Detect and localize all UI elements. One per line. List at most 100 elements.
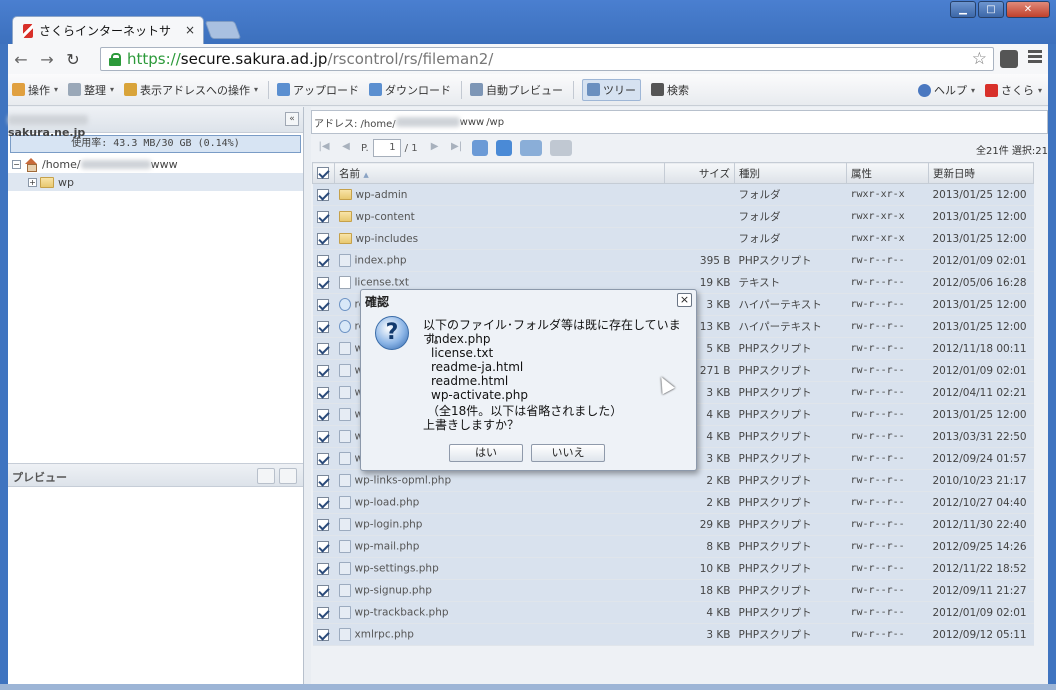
no-button[interactable]: いいえ	[531, 444, 605, 462]
toolbar-item-4[interactable]: ダウンロード	[369, 82, 451, 98]
table-row[interactable]: wp-trackback.php 4 KB PHPスクリプト rw-r--r-- 201…	[312, 601, 1034, 624]
close-window-button[interactable]: ✕	[1006, 1, 1050, 18]
help-menu[interactable]: ヘルプ ▾	[917, 82, 975, 98]
minimize-button[interactable]: ▁	[950, 1, 976, 18]
file-name-cell[interactable]: wp-includes	[334, 227, 665, 250]
file-date-cell: 2012/11/22 18:52	[928, 557, 1034, 580]
table-row[interactable]: wp-admin フォルダ rwxr-xr-x 2013/01/25 12:00	[312, 183, 1034, 206]
toolbar-item-7[interactable]: 検索	[651, 82, 689, 98]
row-checkbox[interactable]	[312, 557, 335, 580]
file-name-cell[interactable]: xmlrpc.php	[334, 623, 665, 646]
tab-close-button[interactable]: ×	[185, 23, 195, 37]
bookmark-star-icon[interactable]: ☆	[972, 49, 987, 69]
browser-tab[interactable]: さくらインターネットサ ×	[12, 16, 204, 44]
row-checkbox[interactable]	[312, 359, 335, 382]
row-checkbox[interactable]	[312, 271, 335, 294]
row-checkbox[interactable]	[312, 337, 335, 360]
column-name[interactable]: 名前 ▲	[334, 162, 665, 184]
toolbar-item-0[interactable]: 操作 ▾	[12, 82, 58, 98]
toolbar-item-1[interactable]: 整理 ▾	[68, 82, 114, 98]
table-row[interactable]: wp-signup.php 18 KB PHPスクリプト rw-r--r-- 2012/…	[312, 579, 1034, 602]
row-checkbox[interactable]	[312, 249, 335, 272]
row-checkbox[interactable]	[312, 469, 335, 492]
table-row[interactable]: index.php 395 B PHPスクリプト rw-r--r-- 2012/01/0…	[312, 249, 1034, 272]
back-arrow-icon[interactable]: ←	[8, 50, 34, 69]
address-bar[interactable]: https:// secure.sakura.ad.jp /rscontrol/…	[100, 47, 994, 71]
row-checkbox[interactable]	[312, 491, 335, 514]
toolbar-item-3[interactable]: アップロード	[277, 82, 359, 98]
table-row[interactable]: wp-content フォルダ rwxr-xr-x 2013/01/25 12:00	[312, 205, 1034, 228]
row-checkbox[interactable]	[312, 447, 335, 470]
toolbar-item-2[interactable]: 表示アドレスへの操作 ▾	[124, 82, 258, 98]
row-checkbox[interactable]	[312, 293, 335, 316]
current-path-field[interactable]: アドレス: /home/ www /wp	[311, 110, 1048, 134]
column-date[interactable]: 更新日時	[928, 162, 1034, 184]
file-name-cell[interactable]: wp-content	[334, 205, 665, 228]
row-checkbox[interactable]	[312, 601, 335, 624]
file-date-cell: 2012/11/18 00:11	[928, 337, 1034, 360]
table-row[interactable]: wp-load.php 2 KB PHPスクリプト rw-r--r-- 2012/10/…	[312, 491, 1034, 514]
next-page-icon[interactable]: ▶	[428, 141, 442, 155]
table-row[interactable]: xmlrpc.php 3 KB PHPスクリプト rw-r--r-- 2012/09/1…	[312, 623, 1034, 646]
forward-arrow-icon[interactable]: →	[34, 50, 60, 69]
table-row[interactable]: wp-settings.php 10 KB PHPスクリプト rw-r--r-- 201…	[312, 557, 1034, 580]
left-pane: sakura.ne.jp « 使用率: 43.3 MB/30 GB (0.14%…	[8, 107, 304, 690]
tree-collapse-toggle[interactable]: −	[12, 159, 21, 169]
file-name-cell[interactable]: wp-signup.php	[334, 579, 665, 602]
preview-edit-icon[interactable]	[257, 468, 275, 484]
hand-icon	[12, 83, 25, 96]
file-name-cell[interactable]: wp-admin	[334, 183, 665, 206]
reload-icon[interactable]: ↻	[60, 50, 86, 69]
yes-button[interactable]: はい	[449, 444, 523, 462]
preview-title: プレビュー	[12, 471, 67, 484]
row-checkbox[interactable]	[312, 579, 335, 602]
toolbar-item-6[interactable]: ツリー	[582, 78, 642, 101]
file-name-cell[interactable]: wp-login.php	[334, 513, 665, 536]
table-row[interactable]: wp-links-opml.php 2 KB PHPスクリプト rw-r--r-- 20…	[312, 469, 1034, 492]
maximize-button[interactable]: □	[978, 1, 1004, 18]
prev-page-icon[interactable]: ◀	[339, 141, 353, 155]
collapse-pane-button[interactable]: «	[285, 112, 299, 126]
refresh-icon[interactable]	[471, 140, 488, 156]
row-checkbox[interactable]	[312, 403, 335, 426]
file-name-cell[interactable]: index.php	[334, 249, 665, 272]
new-tab-button[interactable]	[204, 21, 242, 39]
dialog-close-button[interactable]: ×	[677, 293, 692, 307]
tree-item-home[interactable]: − /home/ www	[8, 155, 303, 173]
parent-folder-icon[interactable]	[495, 140, 512, 156]
tree-expand-toggle[interactable]: +	[28, 177, 37, 187]
back-history-icon[interactable]	[519, 140, 542, 156]
column-attr[interactable]: 属性	[846, 162, 929, 184]
row-checkbox[interactable]	[312, 623, 335, 646]
file-name-cell[interactable]: wp-links-opml.php	[334, 469, 665, 492]
row-checkbox[interactable]	[312, 315, 335, 338]
preview-lock-icon[interactable]	[279, 468, 297, 484]
file-name-cell[interactable]: wp-settings.php	[334, 557, 665, 580]
column-size[interactable]: サイズ	[664, 162, 735, 184]
toolbar-item-5[interactable]: 自動プレビュー	[470, 82, 563, 98]
first-page-icon[interactable]: |◀	[317, 141, 331, 155]
table-row[interactable]: wp-mail.php 8 KB PHPスクリプト rw-r--r-- 2012/09/…	[312, 535, 1034, 558]
page-number-input[interactable]: 1	[372, 139, 401, 157]
chrome-menu-icon[interactable]	[1028, 50, 1042, 66]
file-attr-cell: rwxr-xr-x	[846, 183, 929, 206]
row-checkbox[interactable]	[312, 183, 335, 206]
row-checkbox[interactable]	[312, 227, 335, 250]
tree-item-wp[interactable]: + wp	[8, 173, 303, 191]
column-type[interactable]: 種別	[734, 162, 847, 184]
row-checkbox[interactable]	[312, 513, 335, 536]
row-checkbox[interactable]	[312, 535, 335, 558]
file-name-cell[interactable]: wp-trackback.php	[334, 601, 665, 624]
file-name-cell[interactable]: wp-mail.php	[334, 535, 665, 558]
select-all-checkbox[interactable]	[312, 162, 335, 184]
forward-history-icon[interactable]	[549, 140, 572, 156]
table-row[interactable]: wp-login.php 29 KB PHPスクリプト rw-r--r-- 2012/1…	[312, 513, 1034, 536]
row-checkbox[interactable]	[312, 381, 335, 404]
file-name-cell[interactable]: wp-load.php	[334, 491, 665, 514]
extension-icon[interactable]	[1000, 50, 1018, 68]
sakura-menu[interactable]: さくら ▾	[984, 82, 1042, 98]
last-page-icon[interactable]: ▶|	[450, 141, 464, 155]
row-checkbox[interactable]	[312, 205, 335, 228]
table-row[interactable]: wp-includes フォルダ rwxr-xr-x 2013/01/25 12:00	[312, 227, 1034, 250]
row-checkbox[interactable]	[312, 425, 335, 448]
